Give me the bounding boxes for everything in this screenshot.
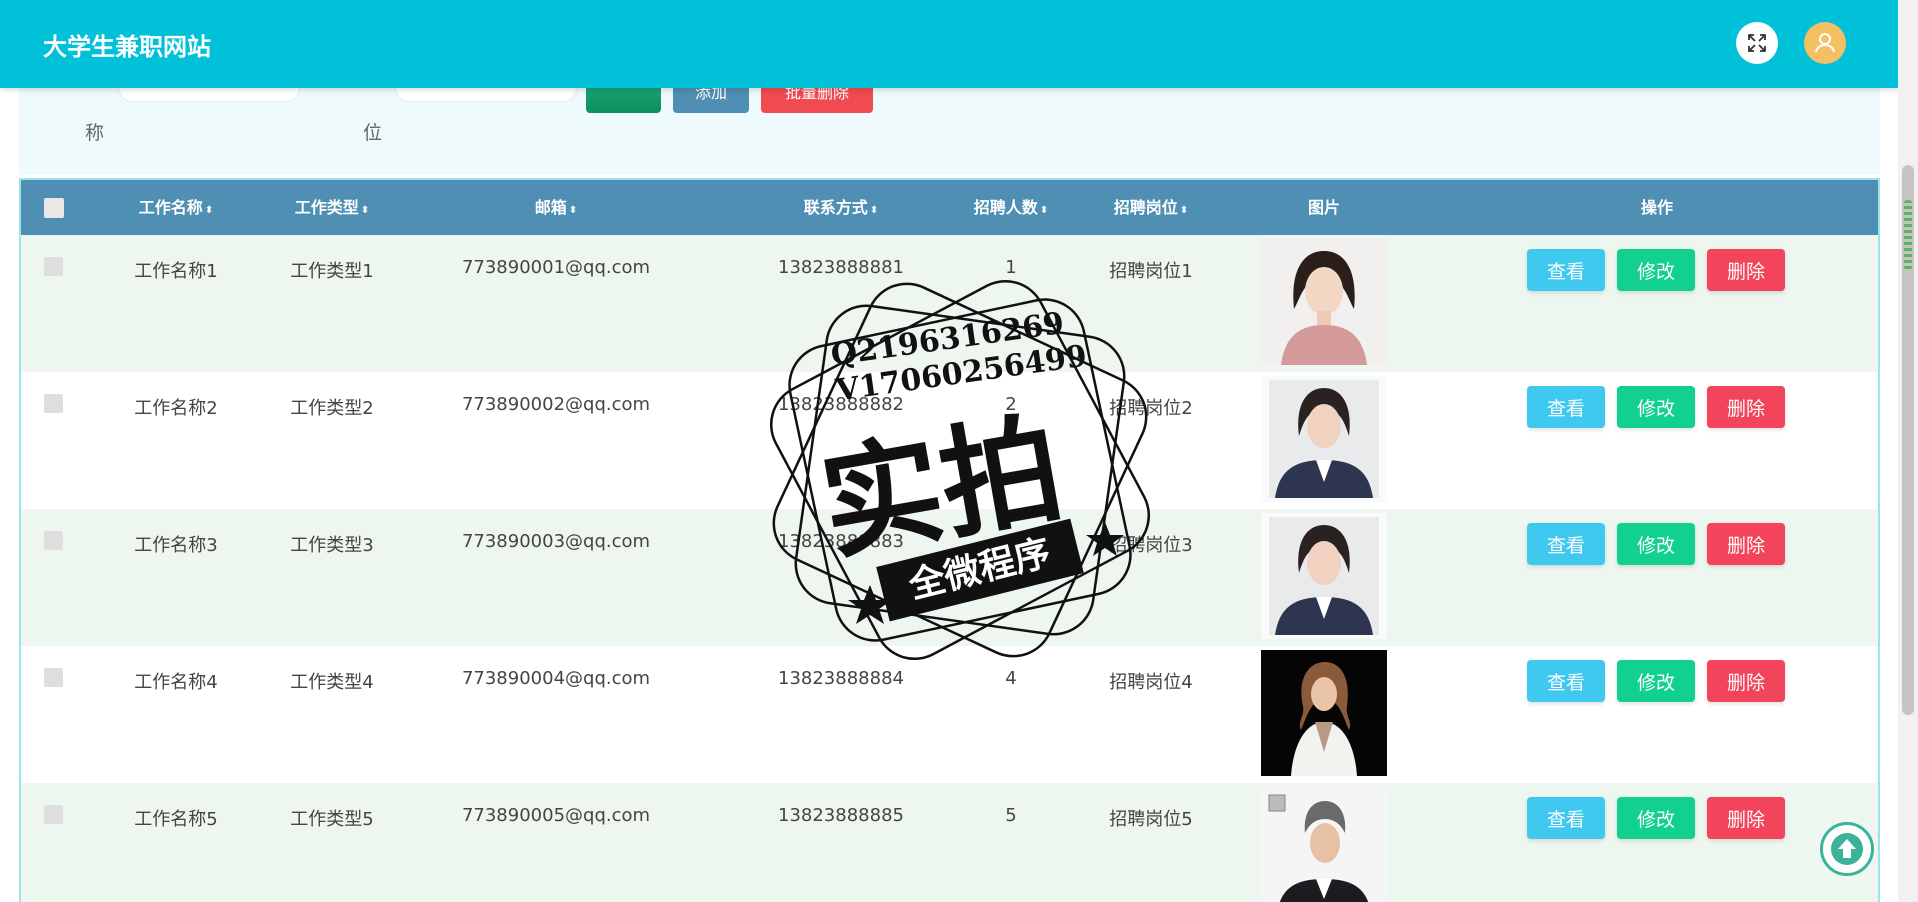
job-image [1261,513,1387,639]
column-header-type[interactable]: 工作类型 ⬍ [277,180,387,235]
sort-icon: ⬍ [1039,205,1049,216]
cell-contact: 13823888885 [778,805,904,826]
cell-name: 工作名称5 [134,809,218,830]
scrollbar-grip [1904,200,1912,270]
row-checkbox[interactable] [44,394,63,413]
sort-icon: ⬍ [869,205,879,216]
select-all-checkbox[interactable] [44,198,64,218]
cell-type: 工作类型1 [290,261,374,282]
sort-icon: ⬍ [568,205,578,216]
job-image [1261,239,1387,365]
cell-email: 773890005@qq.com [461,805,651,826]
view-button[interactable]: 查看 [1527,386,1605,428]
view-button[interactable]: 查看 [1527,523,1605,565]
row-checkbox[interactable] [44,805,63,824]
column-header-position[interactable]: 招聘岗位 ⬍ [1086,180,1216,235]
arrow-up-icon [1831,833,1863,865]
table-header: 工作名称 ⬍ 工作类型 ⬍ 邮箱 ⬍ 联系方式 ⬍ 招聘人数 ⬍ 招聘岗位 ⬍ 图片 操作 [21,180,1878,235]
sort-icon: ⬍ [360,205,370,216]
position-search-label: 位 [363,122,383,144]
edit-button[interactable]: 修改 [1617,797,1695,839]
back-to-top-button[interactable] [1820,822,1874,876]
job-image [1261,376,1387,502]
job-name-search-label: 称 [85,122,105,144]
user-avatar-button[interactable] [1804,22,1846,64]
cell-count: 5 [1005,805,1017,826]
view-button[interactable]: 查看 [1527,249,1605,291]
cell-email: 773890003@qq.com [461,531,651,552]
row-checkbox[interactable] [44,668,63,687]
delete-button[interactable]: 删除 [1707,386,1785,428]
sort-icon: ⬍ [204,205,214,216]
cell-type: 工作类型4 [290,672,374,693]
delete-button[interactable]: 删除 [1707,249,1785,291]
watermark-stamp: Q2196316269 V17060256499 实拍 全微程序 [740,260,1180,680]
job-image [1261,650,1387,776]
table-row: 工作名称5 工作类型5 773890005@qq.com 13823888885… [21,783,1878,902]
view-button[interactable]: 查看 [1527,660,1605,702]
column-header-email[interactable]: 邮箱 ⬍ [501,180,611,235]
cell-name: 工作名称1 [134,261,218,282]
edit-button[interactable]: 修改 [1617,386,1695,428]
cell-name: 工作名称2 [134,398,218,419]
cell-type: 工作类型5 [290,809,374,830]
row-checkbox[interactable] [44,531,63,550]
site-title: 大学生兼职网站 [43,33,211,61]
edit-button[interactable]: 修改 [1617,660,1695,702]
cell-email: 773890002@qq.com [461,394,651,415]
top-header: 大学生兼职网站 [0,0,1898,88]
cell-email: 773890001@qq.com [461,257,651,278]
cell-position: 招聘岗位5 [1109,809,1193,830]
delete-button[interactable]: 删除 [1707,660,1785,702]
fullscreen-button[interactable] [1736,22,1778,64]
cell-type: 工作类型2 [290,398,374,419]
job-image [1261,787,1387,902]
delete-button[interactable]: 删除 [1707,797,1785,839]
column-header-contact[interactable]: 联系方式 ⬍ [776,180,906,235]
cell-name: 工作名称3 [134,535,218,556]
column-header-name[interactable]: 工作名称 ⬍ [121,180,231,235]
delete-button[interactable]: 删除 [1707,523,1785,565]
sort-icon: ⬍ [1179,205,1189,216]
edit-button[interactable]: 修改 [1617,523,1695,565]
cell-type: 工作类型3 [290,535,374,556]
cell-name: 工作名称4 [134,672,218,693]
page-scrollbar[interactable] [1898,0,1918,902]
row-checkbox[interactable] [44,257,63,276]
cell-email: 773890004@qq.com [461,668,651,689]
column-header-actions: 操作 [1640,198,1673,217]
view-button[interactable]: 查看 [1527,797,1605,839]
user-icon [1815,33,1835,53]
column-header-count[interactable]: 招聘人数 ⬍ [946,180,1076,235]
fullscreen-icon [1748,34,1766,52]
column-header-image: 图片 [1307,198,1340,217]
edit-button[interactable]: 修改 [1617,249,1695,291]
